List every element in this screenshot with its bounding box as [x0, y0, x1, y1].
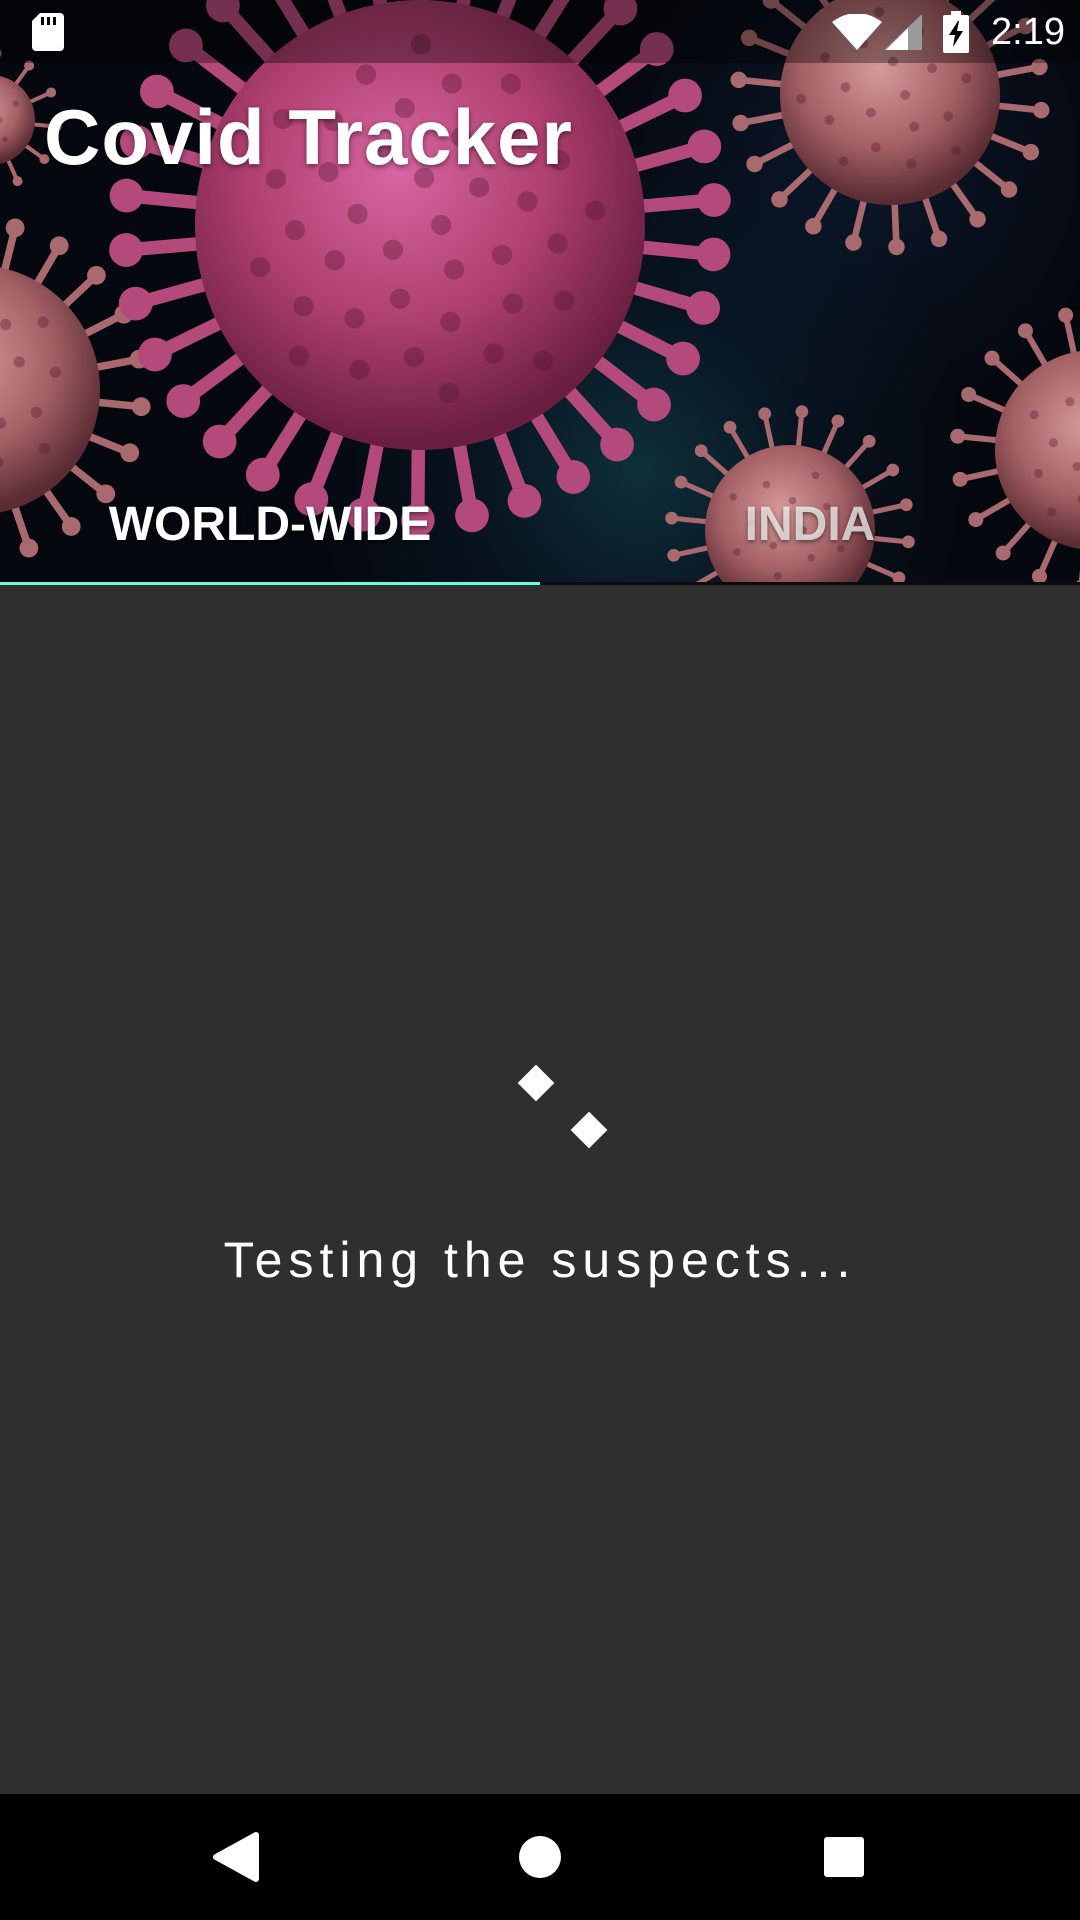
spinner-dot — [517, 1064, 555, 1102]
status-bar: 2:19 — [0, 0, 1080, 63]
home-icon[interactable] — [502, 1819, 578, 1895]
recents-icon[interactable] — [806, 1819, 882, 1895]
spinner-dot — [570, 1111, 608, 1149]
back-icon[interactable] — [198, 1819, 274, 1895]
app-header: 2:19 Covid Tracker WORLD-WIDE INDIA — [0, 0, 1080, 585]
loading-message: Testing the suspects... — [223, 1232, 857, 1288]
loading-spinner — [515, 1064, 615, 1165]
app-title: Covid Tracker — [44, 93, 573, 181]
cell-signal-icon — [884, 14, 922, 50]
tab-india[interactable]: INDIA — [540, 490, 1080, 560]
battery-charging-icon — [943, 11, 969, 53]
virus-particle — [109, 0, 731, 537]
navigation-bar — [0, 1794, 1080, 1920]
tab-world-wide[interactable]: WORLD-WIDE — [0, 490, 540, 560]
status-time: 2:19 — [991, 11, 1065, 53]
tab-indicator — [0, 582, 540, 585]
wifi-icon — [832, 14, 882, 50]
sd-card-icon — [32, 13, 64, 51]
tab-track — [540, 582, 1080, 585]
